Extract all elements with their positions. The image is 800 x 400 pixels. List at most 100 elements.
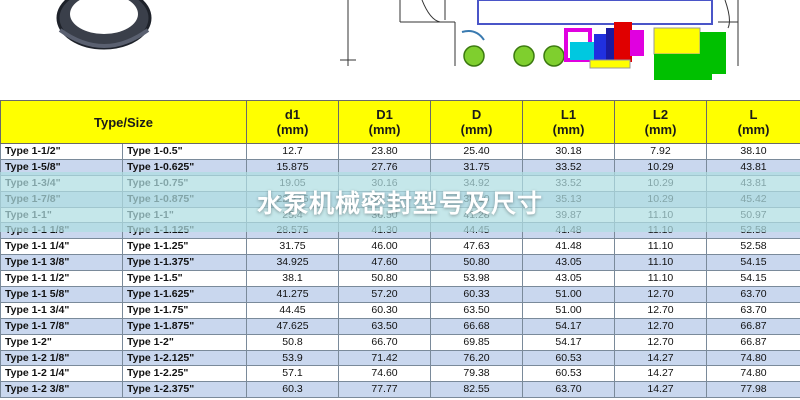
- value-cell: 63.70: [522, 381, 616, 399]
- value-cell: 74.60: [338, 365, 432, 383]
- type-cell: Type 1-1/2": [0, 143, 123, 160]
- value-cell: 74.80: [706, 349, 800, 367]
- value-cell: 50.80: [338, 270, 432, 288]
- type-cell: Type 1-2": [121, 333, 248, 351]
- title-banner: 水泵机械密封型号及尺寸: [0, 172, 800, 232]
- value-cell: 54.17: [522, 333, 616, 351]
- value-cell: 57.1: [246, 365, 340, 383]
- value-cell: 60.53: [522, 349, 616, 367]
- table-row: Type 1-1 5/8" Type 1-1.625" 41.275 57.20 60.…: [0, 286, 800, 303]
- type-cell: Type 1-2.375": [121, 381, 248, 399]
- value-cell: 63.70: [706, 301, 800, 319]
- header-L2: L2 (mm): [614, 100, 708, 144]
- value-cell: 31.75: [246, 238, 340, 256]
- spring-coils: [461, 30, 565, 67]
- value-cell: 82.55: [430, 381, 524, 399]
- value-cell: 60.33: [430, 286, 524, 303]
- value-cell: 14.27: [614, 381, 708, 399]
- value-cell: 43.05: [522, 254, 616, 272]
- type-cell: Type 1-2 1/4": [0, 365, 123, 383]
- housing-outline: [477, 0, 713, 25]
- value-cell: 63.50: [338, 317, 432, 335]
- type-cell: Type 1-1 1/2": [0, 270, 123, 288]
- value-cell: 14.27: [614, 365, 708, 383]
- type-cell: Type 1-1.375": [121, 254, 248, 272]
- type-cell: Type 1-2 1/8": [0, 349, 123, 367]
- value-cell: 69.85: [430, 333, 524, 351]
- type-cell: Type 1-1.875": [121, 317, 248, 335]
- value-cell: 50.80: [430, 254, 524, 272]
- value-cell: 53.98: [430, 270, 524, 288]
- type-cell: Type 1-2.25": [121, 365, 248, 383]
- value-cell: 51.00: [522, 301, 616, 319]
- value-cell: 38.1: [246, 270, 340, 288]
- type-cell: Type 1-1.625": [121, 286, 248, 303]
- value-cell: 54.15: [706, 270, 800, 288]
- type-cell: Type 1-1.5": [121, 270, 248, 288]
- value-cell: 66.68: [430, 317, 524, 335]
- value-cell: 60.3: [246, 381, 340, 399]
- value-cell: 57.20: [338, 286, 432, 303]
- header-type-size: Type/Size: [0, 100, 248, 144]
- value-cell: 53.9: [246, 349, 340, 367]
- value-cell: 50.8: [246, 333, 340, 351]
- table-row: Type 1-1 7/8" Type 1-1.875" 47.625 63.50 66.…: [0, 317, 800, 335]
- type-cell: Type 1-1 7/8": [0, 317, 123, 335]
- value-cell: 25.40: [430, 143, 524, 160]
- header-d1: d1 (mm): [246, 100, 340, 144]
- value-cell: 12.70: [614, 333, 708, 351]
- type-cell: Type 1-2 3/8": [0, 381, 123, 399]
- type-cell: Type 1-1 5/8": [0, 286, 123, 303]
- value-cell: 47.625: [246, 317, 340, 335]
- value-cell: 54.15: [706, 254, 800, 272]
- type-cell: Type 1-0.5": [121, 143, 248, 160]
- value-cell: 47.60: [338, 254, 432, 272]
- value-cell: 38.10: [706, 143, 800, 160]
- value-cell: 60.30: [338, 301, 432, 319]
- value-cell: 11.10: [614, 254, 708, 272]
- seal-ring-photo: [56, 0, 152, 50]
- header-L1: L1 (mm): [522, 100, 616, 144]
- value-cell: 74.80: [706, 365, 800, 383]
- banner-title: 水泵机械密封型号及尺寸: [256, 189, 543, 218]
- type-cell: Type 1-2": [0, 333, 123, 351]
- type-cell: Type 1-1 3/4": [0, 301, 123, 319]
- value-cell: 71.42: [338, 349, 432, 367]
- value-cell: 76.20: [430, 349, 524, 367]
- seal-components: [564, 22, 726, 80]
- value-cell: 63.70: [706, 286, 800, 303]
- value-cell: 77.77: [338, 381, 432, 399]
- table-header-row: Type/Size d1 (mm) D1 (mm) D (mm) L1 (mm) L2(…: [0, 100, 800, 144]
- header-D: D (mm): [430, 100, 524, 144]
- type-cell: Type 1-1 1/4": [0, 238, 123, 256]
- header-D1: D1 (mm): [338, 100, 432, 144]
- table-row: Type 1-1 3/4" Type 1-1.75" 44.45 60.30 63.50…: [0, 301, 800, 319]
- value-cell: 79.38: [430, 365, 524, 383]
- table-row: Type 1-1 1/4" Type 1-1.25" 31.75 46.00 47.63…: [0, 238, 800, 256]
- table-row: Type 1-1/2" Type 1-0.5" 12.7 23.80 25.40 30.1…: [0, 143, 800, 160]
- value-cell: 44.45: [246, 301, 340, 319]
- table-row: Type 1-2 1/8" Type 1-2.125" 53.9 71.42 76.20…: [0, 349, 800, 367]
- value-cell: 14.27: [614, 349, 708, 367]
- value-cell: 30.18: [522, 143, 616, 160]
- value-cell: 41.275: [246, 286, 340, 303]
- table-row: Type 1-2 1/4" Type 1-2.25" 57.1 74.60 79.38 6…: [0, 365, 800, 383]
- value-cell: 41.48: [522, 238, 616, 256]
- seal-size-table: Type/Size d1 (mm) D1 (mm) D (mm) L1 (mm) L2(…: [0, 100, 800, 399]
- value-cell: 11.10: [614, 270, 708, 288]
- value-cell: 47.63: [430, 238, 524, 256]
- value-cell: 34.925: [246, 254, 340, 272]
- value-cell: 12.7: [246, 143, 340, 160]
- value-cell: 11.10: [614, 238, 708, 256]
- table-row: Type 1-2" Type 1-2" 50.8 66.70 69.85 54.17 12.…: [0, 333, 800, 351]
- value-cell: 23.80: [338, 143, 432, 160]
- table-row: Type 1-1 1/2" Type 1-1.5" 38.1 50.80 53.98 43…: [0, 270, 800, 288]
- table-row: Type 1-2 3/8" Type 1-2.375" 60.3 77.77 82.55…: [0, 381, 800, 399]
- value-cell: 77.98: [706, 381, 800, 399]
- value-cell: 7.92: [614, 143, 708, 160]
- value-cell: 12.70: [614, 317, 708, 335]
- seal-illustration: [0, 0, 800, 96]
- value-cell: 43.05: [522, 270, 616, 288]
- value-cell: 12.70: [614, 286, 708, 303]
- table-row: Type 1-1 3/8" Type 1-1.375" 34.925 47.60 50.…: [0, 254, 800, 272]
